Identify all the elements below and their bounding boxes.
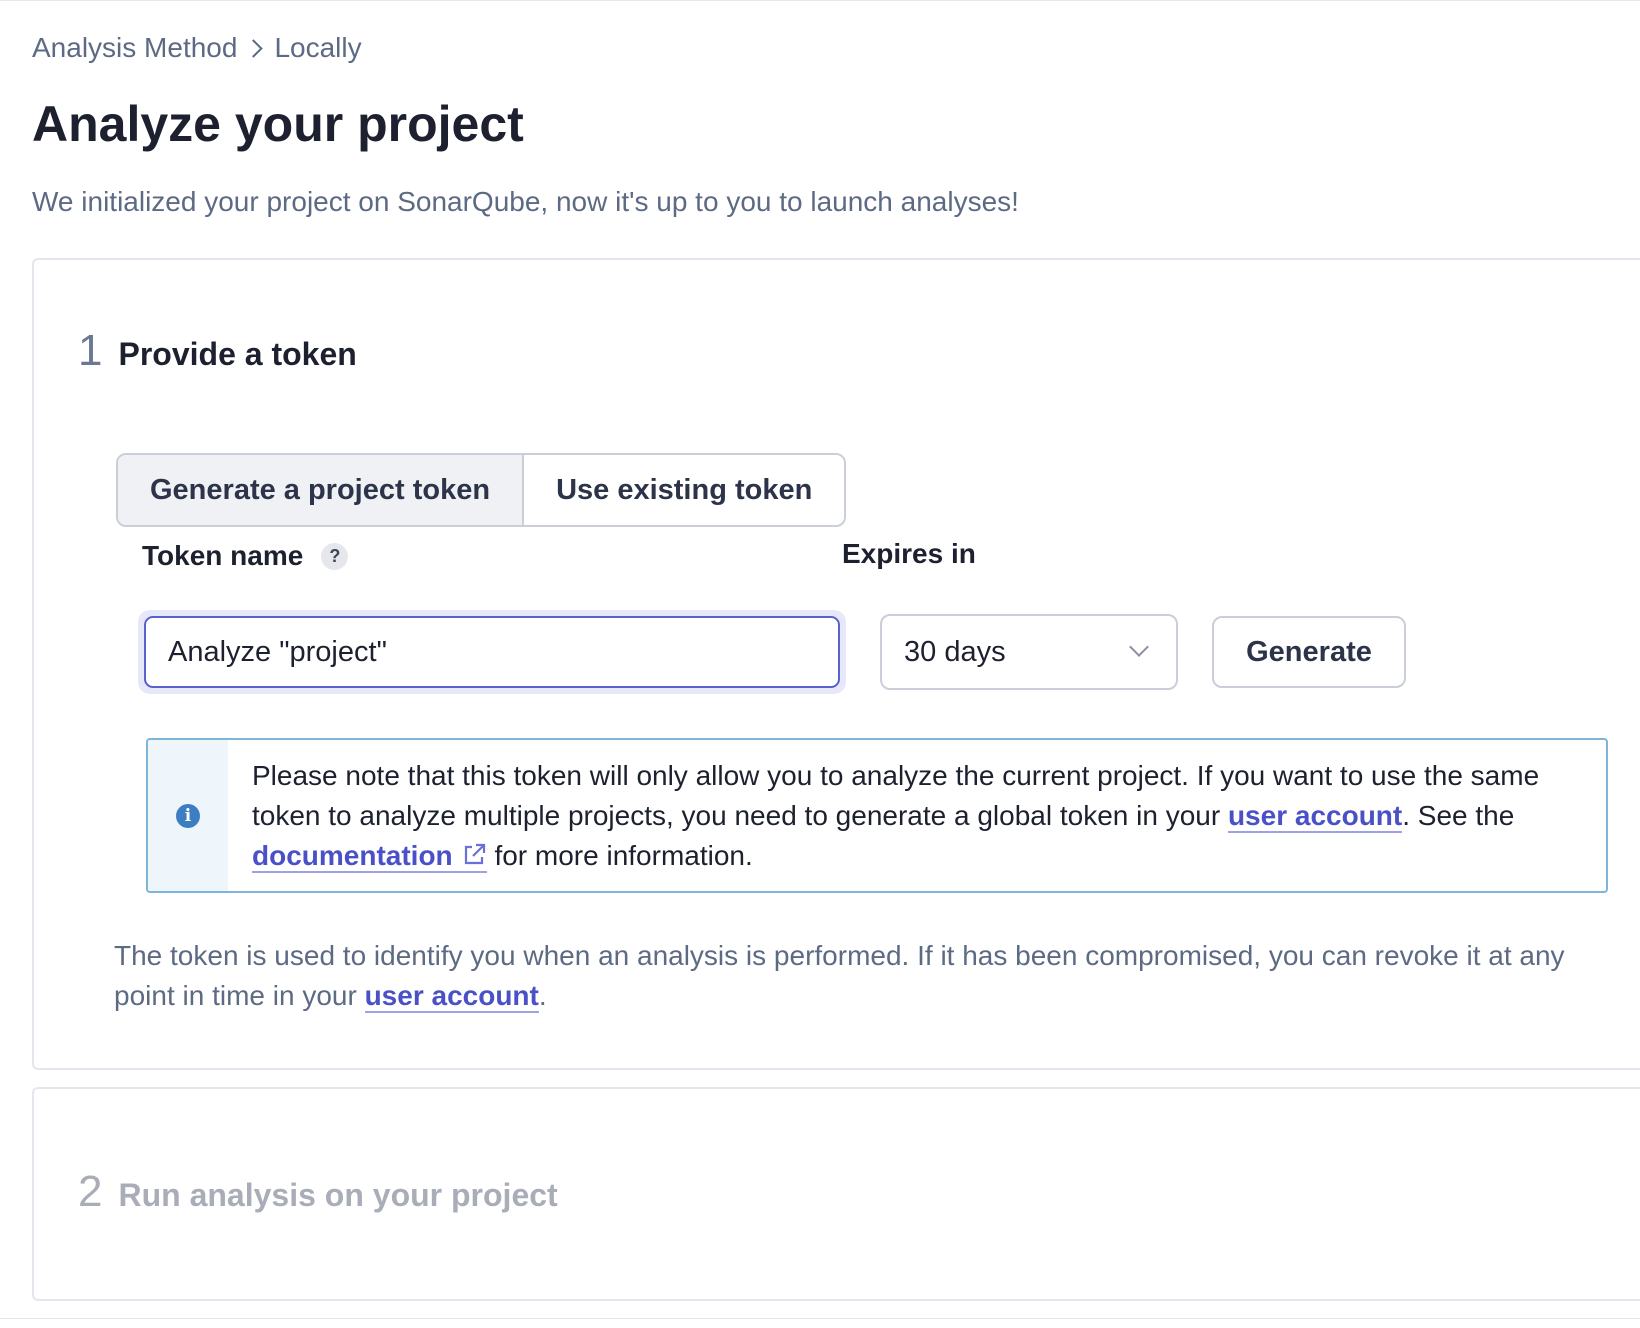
step-2-card: 2 Run analysis on your project [32, 1087, 1640, 1301]
user-account-link[interactable]: user account [1227, 800, 1403, 833]
step-2-title: Run analysis on your project [118, 1177, 558, 1213]
token-name-label-text: Token name [142, 540, 304, 571]
tab-generate-project-token[interactable]: Generate a project token [118, 455, 525, 525]
info-icon: i [176, 803, 200, 828]
documentation-link[interactable]: documentation [252, 840, 487, 873]
step-2-header: 2 Run analysis on your project [78, 1167, 558, 1217]
step-1-header: 1 Provide a token [78, 326, 357, 376]
info-alert-sidebar: i [148, 740, 228, 891]
user-account-link-2[interactable]: user account [364, 980, 539, 1013]
breadcrumb-locally: Locally [274, 32, 362, 63]
bottom-divider [0, 1318, 1640, 1319]
page-title: Analyze your project [32, 96, 524, 152]
expires-in-label: Expires in [842, 538, 976, 569]
token-name-focus-ring [138, 610, 846, 694]
note-text-part1: The token is used to identify you when a… [114, 940, 1565, 1011]
info-text-part3: for more information. [486, 840, 753, 871]
info-alert-text: Please note that this token will only al… [228, 740, 1606, 891]
token-name-label: Token name ? [142, 540, 349, 572]
chevron-right-icon [244, 38, 264, 58]
expires-in-value: 30 days [904, 635, 1006, 668]
token-type-toggle: Generate a project token Use existing to… [116, 453, 847, 527]
info-alert: i Please note that this token will only … [146, 738, 1608, 893]
breadcrumb-analysis-method[interactable]: Analysis Method [32, 32, 237, 64]
step-2-number: 2 [78, 1167, 103, 1216]
chevron-down-icon [1129, 637, 1149, 657]
top-divider [0, 0, 1640, 1]
help-icon[interactable]: ? [321, 542, 349, 570]
generate-button[interactable]: Generate [1212, 616, 1406, 688]
note-text-part2: . [538, 980, 547, 1011]
breadcrumb: Analysis Method Locally [32, 32, 362, 64]
step-1-number: 1 [78, 326, 103, 375]
token-usage-note: The token is used to identify you when a… [114, 936, 1614, 1016]
page-subtitle: We initialized your project on SonarQube… [32, 186, 1019, 217]
documentation-link-label: documentation [252, 840, 453, 871]
step-1-title: Provide a token [118, 336, 357, 372]
info-text-part2: . See the [1402, 800, 1515, 831]
step-1-card: 1 Provide a token Generate a project tok… [32, 258, 1640, 1070]
token-name-input[interactable] [144, 616, 840, 688]
tab-use-existing-token[interactable]: Use existing token [524, 455, 845, 525]
expires-in-select[interactable]: 30 days [880, 614, 1178, 690]
external-link-icon [464, 843, 485, 865]
